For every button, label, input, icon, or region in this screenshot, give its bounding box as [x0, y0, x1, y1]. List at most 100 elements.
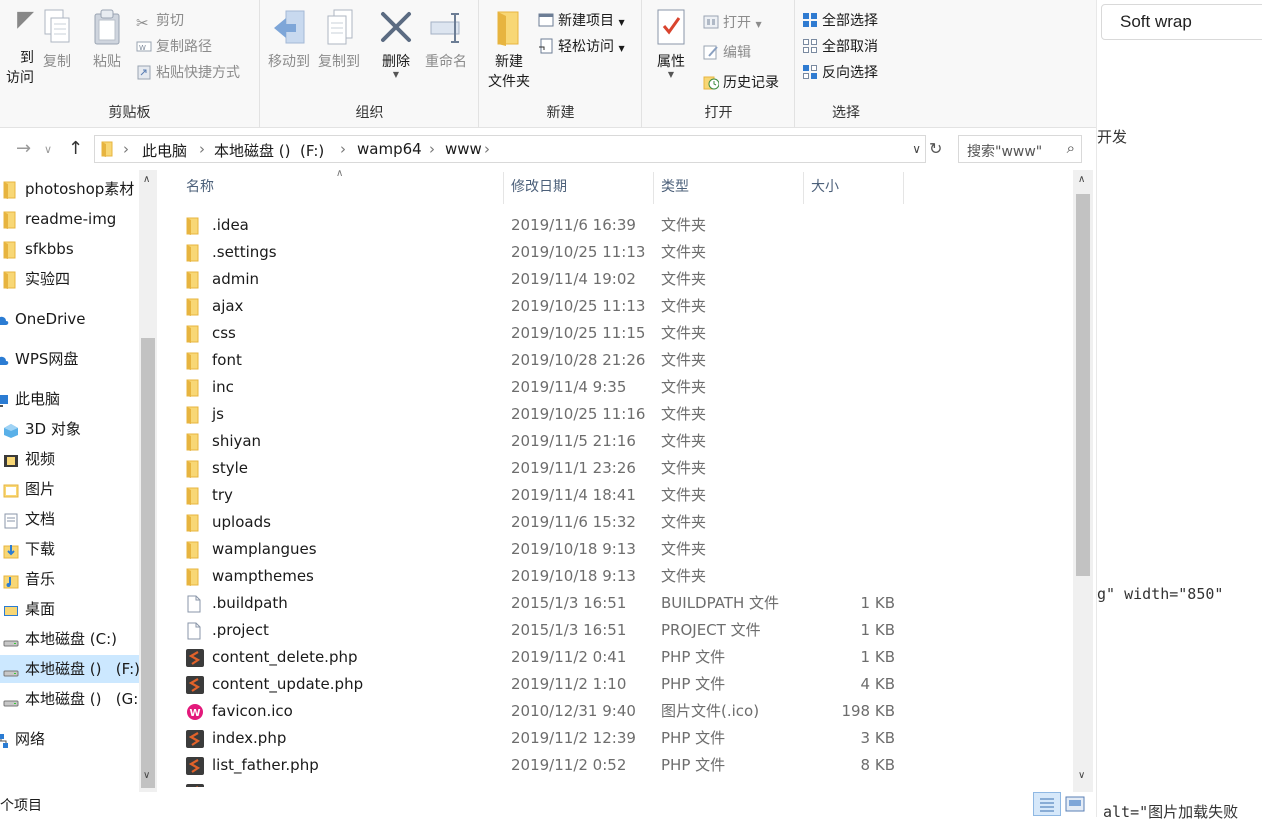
- nav-item[interactable]: 网络: [0, 725, 139, 753]
- invert-selection-button[interactable]: 反向选择: [802, 62, 878, 84]
- nav-scroll-up-icon[interactable]: ∧: [143, 174, 150, 185]
- select-none-button[interactable]: 全部取消: [802, 36, 878, 58]
- file-row[interactable]: index.php 2019/11/2 12:39 PHP 文件 3 KB: [160, 725, 1073, 752]
- file-row[interactable]: content_delete.php 2019/11/2 0:41 PHP 文件 1 …: [160, 644, 1073, 671]
- file-type: 文件夹: [661, 324, 707, 342]
- copy-path-label: 复制路径: [156, 39, 212, 55]
- search-box[interactable]: 搜索"www" ⌕: [958, 135, 1082, 163]
- nav-item[interactable]: readme-img: [0, 205, 139, 233]
- nav-scroll-thumb[interactable]: [141, 338, 155, 788]
- details-view-icon[interactable]: [1033, 792, 1061, 816]
- column-separator[interactable]: [803, 172, 804, 204]
- breadcrumb-drive-f[interactable]: 本地磁盘 () (F:): [214, 140, 324, 161]
- select-all-button[interactable]: 全部选择: [802, 10, 878, 32]
- forward-arrow-icon[interactable]: →: [16, 138, 31, 159]
- file-row[interactable]: .buildpath 2015/1/3 16:51 BUILDPATH 文件 1 KB: [160, 590, 1073, 617]
- file-row[interactable]: wampthemes 2019/10/18 9:13 文件夹: [160, 563, 1073, 590]
- file-row[interactable]: .project 2015/1/3 16:51 PROJECT 文件 1 KB: [160, 617, 1073, 644]
- document-icon: [3, 510, 19, 538]
- nav-item[interactable]: WPS网盘: [0, 345, 139, 373]
- file-date: 2019/11/6 15:32: [511, 513, 636, 531]
- list-scroll-thumb[interactable]: [1076, 194, 1090, 576]
- list-scroll-up-icon[interactable]: ∧: [1078, 174, 1085, 185]
- breadcrumb-wamp64[interactable]: wamp64: [357, 140, 422, 158]
- file-row[interactable]: content_update.php 2019/11/2 1:10 PHP 文件 4 …: [160, 671, 1073, 698]
- nav-item[interactable]: 本地磁盘 () (F:): [0, 655, 140, 683]
- file-row[interactable]: admin 2019/11/4 19:02 文件夹: [160, 266, 1073, 293]
- breadcrumb-separator: ›: [429, 140, 435, 158]
- up-arrow-icon[interactable]: ↑: [68, 138, 83, 159]
- edit-button[interactable]: 编辑: [703, 42, 751, 64]
- breadcrumb-this-pc[interactable]: 此电脑: [142, 140, 187, 161]
- file-row[interactable]: wamplangues 2019/10/18 9:13 文件夹: [160, 536, 1073, 563]
- nav-item[interactable]: photoshop素材: [0, 175, 139, 203]
- code-editor-panel: Soft wrap 开发 g" width="850" alt="图片加载失败: [1096, 0, 1262, 821]
- column-separator[interactable]: [503, 172, 504, 204]
- copy-path-button[interactable]: W 复制路径: [136, 36, 212, 58]
- nav-item[interactable]: 3D 对象: [0, 415, 139, 443]
- copy-to-button[interactable]: 复制到: [315, 8, 363, 72]
- file-row[interactable]: try 2019/11/4 18:41 文件夹: [160, 482, 1073, 509]
- new-item-button[interactable]: 新建项目 ▼: [538, 10, 625, 32]
- nav-item[interactable]: 本地磁盘 () (G:: [0, 685, 139, 713]
- copy-button[interactable]: 复制: [36, 8, 78, 72]
- nav-item[interactable]: 下载: [0, 535, 139, 563]
- file-row[interactable]: ajax 2019/10/25 11:13 文件夹: [160, 293, 1073, 320]
- nav-item[interactable]: OneDrive: [0, 305, 139, 333]
- paste-button[interactable]: 粘贴: [86, 8, 128, 72]
- new-folder-button[interactable]: 新建 文件夹: [484, 8, 534, 92]
- column-header-type[interactable]: 类型: [661, 176, 689, 196]
- file-row[interactable]: js 2019/10/25 11:16 文件夹: [160, 401, 1073, 428]
- easy-access-button[interactable]: 轻松访问 ▼: [538, 36, 625, 58]
- file-row[interactable]: css 2019/10/25 11:15 文件夹: [160, 320, 1073, 347]
- file-row-partial[interactable]: [160, 779, 1073, 787]
- history-button[interactable]: 历史记录: [703, 72, 779, 94]
- column-separator[interactable]: [653, 172, 654, 204]
- file-row[interactable]: Wfavicon.ico 2010/12/31 9:40 图片文件(.ico) 198…: [160, 698, 1073, 725]
- nav-item[interactable]: 音乐: [0, 565, 139, 593]
- file-row[interactable]: list_father.php 2019/11/2 0:52 PHP 文件 8 KB: [160, 752, 1073, 779]
- pin-quick-access-button[interactable]: ◤ 到 访问: [0, 9, 34, 88]
- open-button[interactable]: 打开 ▼: [703, 12, 762, 34]
- properties-button[interactable]: 属性 ▼: [649, 8, 693, 79]
- file-row[interactable]: inc 2019/11/4 9:35 文件夹: [160, 374, 1073, 401]
- nav-scrollbar[interactable]: ∧ ∨: [139, 170, 157, 792]
- easy-access-dropdown-icon: ▼: [618, 44, 625, 53]
- soft-wrap-dropdown[interactable]: Soft wrap: [1101, 4, 1262, 40]
- file-row[interactable]: .settings 2019/10/25 11:13 文件夹: [160, 239, 1073, 266]
- cut-button[interactable]: ✂ 剪切: [136, 10, 184, 32]
- recent-dropdown-icon[interactable]: ∨: [44, 143, 52, 156]
- breadcrumb-www[interactable]: www: [445, 140, 482, 158]
- rename-button[interactable]: 重命名: [421, 8, 471, 72]
- file-row[interactable]: .idea 2019/11/6 16:39 文件夹: [160, 212, 1073, 239]
- column-header-name[interactable]: 名称: [186, 176, 214, 196]
- nav-item[interactable]: 文档: [0, 505, 139, 533]
- address-folder-icon: [101, 141, 115, 161]
- nav-item[interactable]: sfkbbs: [0, 235, 139, 263]
- refresh-icon[interactable]: ↻: [929, 139, 942, 158]
- column-separator[interactable]: [903, 172, 904, 204]
- address-bar[interactable]: › 此电脑 › 本地磁盘 () (F:) › wamp64 › www › ∨: [94, 135, 926, 163]
- column-header-date[interactable]: 修改日期: [511, 176, 567, 196]
- file-size: 198 KB: [841, 702, 895, 720]
- file-row[interactable]: font 2019/10/28 21:26 文件夹: [160, 347, 1073, 374]
- nav-item[interactable]: 视频: [0, 445, 139, 473]
- invert-selection-label: 反向选择: [822, 65, 878, 81]
- nav-item[interactable]: 本地磁盘 (C:): [0, 625, 139, 653]
- column-header-size[interactable]: 大小: [811, 176, 839, 196]
- file-list-scrollbar[interactable]: ∧ ∨: [1073, 170, 1093, 792]
- delete-button[interactable]: 删除 ▼: [373, 8, 419, 79]
- file-row[interactable]: shiyan 2019/11/5 21:16 文件夹: [160, 428, 1073, 455]
- file-row[interactable]: style 2019/11/1 23:26 文件夹: [160, 455, 1073, 482]
- large-icons-view-icon[interactable]: [1065, 796, 1085, 816]
- nav-item[interactable]: 图片: [0, 475, 139, 503]
- move-to-button[interactable]: 移动到: [265, 8, 313, 72]
- nav-item[interactable]: 实验四: [0, 265, 139, 293]
- list-scroll-down-icon[interactable]: ∨: [1078, 770, 1085, 781]
- nav-scroll-down-icon[interactable]: ∨: [143, 770, 150, 781]
- paste-shortcut-button[interactable]: 粘贴快捷方式: [136, 62, 240, 84]
- file-row[interactable]: uploads 2019/11/6 15:32 文件夹: [160, 509, 1073, 536]
- address-dropdown-icon[interactable]: ∨: [912, 142, 921, 156]
- nav-item[interactable]: 此电脑: [0, 385, 139, 413]
- nav-item[interactable]: 桌面: [0, 595, 139, 623]
